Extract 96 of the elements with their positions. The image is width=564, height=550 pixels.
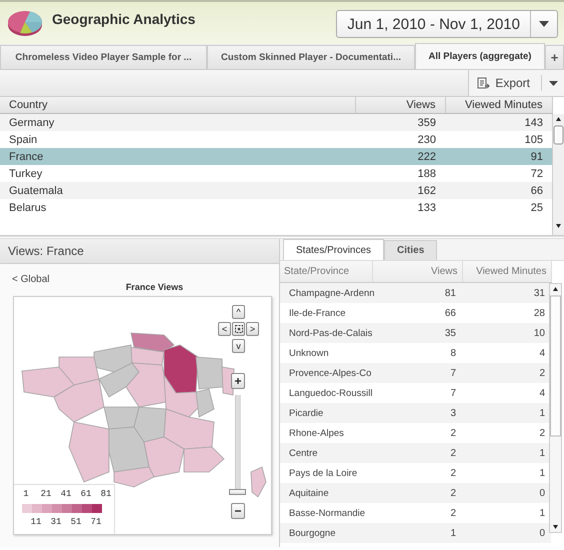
table-cell: France <box>0 148 355 165</box>
table-cell: Champagne-Ardenn <box>280 282 372 303</box>
player-tab[interactable]: Chromeless Video Player Sample for ... <box>0 45 207 69</box>
table-cell: Belarus <box>0 199 355 216</box>
table-cell: 230 <box>355 131 445 148</box>
back-link[interactable]: < Global <box>12 274 50 285</box>
caret-icon <box>539 21 549 27</box>
legend-label: 51 <box>70 517 82 527</box>
table-cell: Ile-de-France <box>280 303 372 323</box>
table-cell: 143 <box>445 114 552 131</box>
region-tab[interactable]: States/Provinces <box>283 239 384 260</box>
table-cell: 133 <box>355 199 445 216</box>
panel-title: Views: France <box>0 239 279 264</box>
table-cell: 91 <box>445 148 552 165</box>
table-cell: 1 <box>462 503 551 523</box>
table-cell: Nord-Pas-de-Calais <box>280 323 372 343</box>
table-cell: 162 <box>355 182 445 199</box>
zoom-out-button[interactable]: − <box>231 503 245 519</box>
legend-label: 31 <box>50 517 62 527</box>
table-cell: Aquitaine <box>280 483 372 503</box>
add-tab-button[interactable]: + <box>545 45 564 69</box>
table-cell: 66 <box>372 303 462 323</box>
region-tab[interactable]: Cities <box>384 240 438 260</box>
table-cell: 4 <box>462 343 551 363</box>
map-title: France Views <box>126 282 184 292</box>
table-cell: 2 <box>372 483 462 503</box>
legend-label: 71 <box>90 517 102 527</box>
legend-label: 61 <box>80 489 92 499</box>
legend-label: 1 <box>22 489 30 499</box>
table-cell: 2 <box>372 503 462 523</box>
table-cell: 2 <box>372 423 462 443</box>
table-cell: 359 <box>355 114 445 131</box>
table-cell: 1 <box>372 523 462 543</box>
pan-button[interactable]: v <box>232 339 245 353</box>
table-cell: Rhone-Alpes <box>280 423 372 443</box>
pan-button[interactable]: > <box>246 322 259 336</box>
export-button[interactable]: Export <box>468 70 564 96</box>
table-cell: 2 <box>462 423 551 443</box>
slider-thumb[interactable] <box>229 489 246 495</box>
player-tab[interactable]: Custom Skinned Player - Documentati... <box>207 45 415 69</box>
caret-icon <box>548 80 558 86</box>
table-cell: 3 <box>372 403 462 423</box>
table-cell: Provence-Alpes-Co <box>280 363 372 383</box>
table-cell: Turkey <box>0 165 355 182</box>
column-header[interactable]: Country <box>0 97 355 114</box>
column-header[interactable]: Viewed Minutes <box>462 261 551 282</box>
table-cell: Basse-Normandie <box>280 503 372 523</box>
table-cell: 8 <box>372 343 462 363</box>
legend-label: 21 <box>40 489 52 499</box>
table-cell: Germany <box>0 114 355 131</box>
legend-label: 11 <box>30 517 42 527</box>
table-cell: 2 <box>372 443 462 463</box>
table-cell: Languedoc-Roussill <box>280 383 372 403</box>
legend-label: 81 <box>100 489 112 499</box>
table-cell: 2 <box>372 463 462 483</box>
table-cell: 25 <box>445 199 552 216</box>
table-cell: 31 <box>462 282 551 303</box>
column-header[interactable]: Views <box>355 97 445 114</box>
table-cell: 1 <box>462 443 551 463</box>
table-cell: 7 <box>372 383 462 403</box>
table-cell: Picardie <box>280 403 372 423</box>
zoom-in-button[interactable]: + <box>231 373 245 389</box>
pie-chart-icon <box>6 8 44 38</box>
pan-button[interactable]: ^ <box>232 305 245 319</box>
table-cell: 10 <box>462 323 551 343</box>
table-cell: 0 <box>462 523 551 543</box>
table-cell: Pays de la Loire <box>280 463 372 483</box>
table-cell: Unknown <box>280 343 372 363</box>
table-cell: 0 <box>462 483 551 503</box>
center-button[interactable] <box>232 322 245 336</box>
table-cell: 28 <box>462 303 551 323</box>
table-cell: 2 <box>462 363 551 383</box>
date-range-dropdown[interactable]: Jun 1, 2010 - Nov 1, 2010 <box>336 10 558 38</box>
column-header[interactable]: Viewed Minutes <box>445 97 552 114</box>
export-icon <box>477 76 490 90</box>
center-icon <box>234 325 242 333</box>
table-cell: 1 <box>462 403 551 423</box>
player-tab[interactable]: All Players (aggregate) <box>415 43 545 69</box>
table-cell: 66 <box>445 182 552 199</box>
pan-button[interactable]: < <box>218 322 231 336</box>
table-cell: 188 <box>355 165 445 182</box>
table-cell: Centre <box>280 443 372 463</box>
app-title: Geographic Analytics <box>52 11 196 27</box>
table-cell: 1 <box>462 463 551 483</box>
table-cell: Bourgogne <box>280 523 372 543</box>
table-cell: 105 <box>445 131 552 148</box>
table-cell: 222 <box>355 148 445 165</box>
table-cell: Guatemala <box>0 182 355 199</box>
table-cell: Spain <box>0 131 355 148</box>
table-cell: 7 <box>372 363 462 383</box>
table-cell: 72 <box>445 165 552 182</box>
column-header[interactable]: Views <box>372 261 462 282</box>
table-cell: 4 <box>462 383 551 403</box>
table-cell: 35 <box>372 323 462 343</box>
column-header[interactable]: State/Province <box>280 261 372 282</box>
legend-label: 41 <box>60 489 72 499</box>
